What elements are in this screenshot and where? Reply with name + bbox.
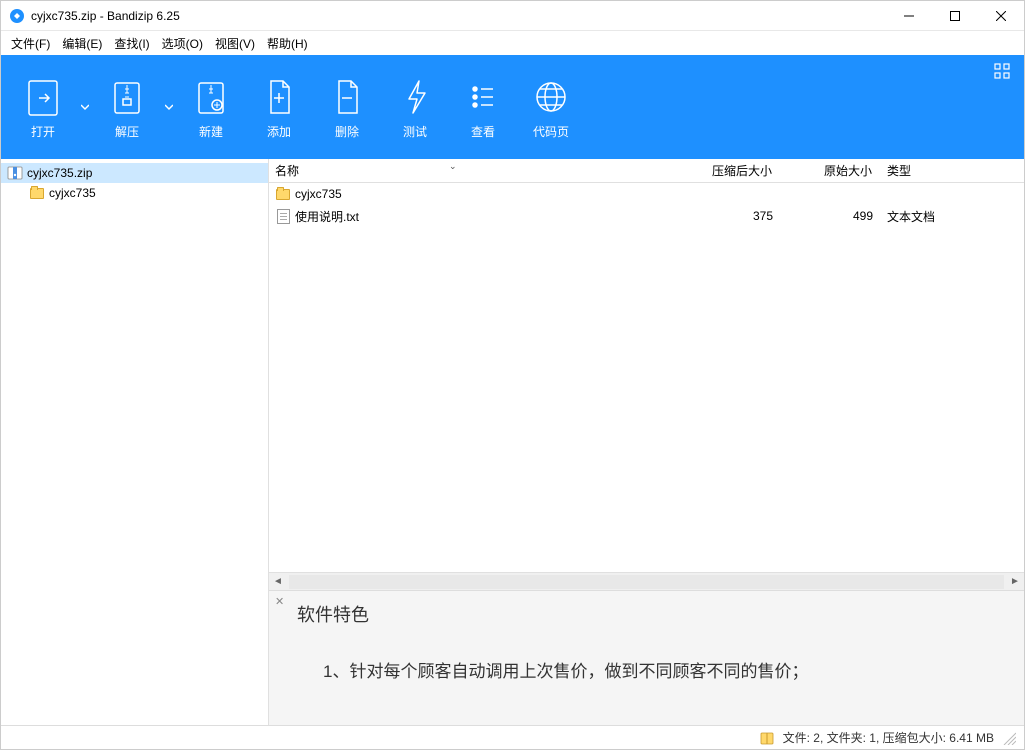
view-button[interactable]: 查看 — [449, 62, 517, 152]
list-item[interactable]: cyjxc735 — [269, 183, 1024, 205]
resize-grip-icon[interactable] — [1002, 731, 1016, 745]
scroll-right-icon[interactable]: ► — [1006, 573, 1024, 591]
add-button[interactable]: 添加 — [245, 62, 313, 152]
menubar: 文件(F) 编辑(E) 查找(I) 选项(O) 视图(V) 帮助(H) — [1, 31, 1024, 55]
list-item[interactable]: 使用说明.txt 375 499 文本文档 — [269, 205, 1024, 227]
folder-icon — [275, 186, 291, 202]
delete-icon — [327, 75, 367, 119]
test-label: 测试 — [403, 123, 427, 140]
new-icon — [191, 75, 231, 119]
toolbar: 打开 解压 新建 添加 删除 — [1, 55, 1024, 159]
tree-root[interactable]: cyjxc735.zip — [1, 163, 268, 183]
minimize-button[interactable] — [886, 1, 932, 31]
horizontal-scrollbar[interactable]: ◄ ► — [269, 572, 1024, 590]
folder-icon — [29, 185, 45, 201]
titlebar: cyjxc735.zip - Bandizip 6.25 — [1, 1, 1024, 31]
extract-label: 解压 — [115, 123, 139, 140]
codepage-button[interactable]: 代码页 — [517, 62, 585, 152]
view-label: 查看 — [471, 123, 495, 140]
menu-edit[interactable]: 编辑(E) — [56, 33, 108, 54]
scroll-left-icon[interactable]: ◄ — [269, 573, 287, 591]
view-icon — [463, 75, 503, 119]
test-button[interactable]: 测试 — [381, 62, 449, 152]
header-name[interactable]: 名称 — [269, 162, 659, 179]
menu-view[interactable]: 视图(V) — [209, 33, 261, 54]
menu-find[interactable]: 查找(I) — [108, 33, 155, 54]
row-compressed: 375 — [659, 209, 779, 223]
extract-dropdown[interactable] — [161, 62, 177, 152]
header-type[interactable]: 类型 — [879, 162, 1024, 179]
delete-button[interactable]: 删除 — [313, 62, 381, 152]
statusbar: 文件: 2, 文件夹: 1, 压缩包大小: 6.41 MB — [1, 725, 1024, 749]
extract-icon — [107, 75, 147, 119]
preview-panel: ✕ 软件特色 1、针对每个顾客自动调用上次售价，做到不同顾客不同的售价； — [269, 590, 1024, 725]
codepage-icon — [531, 75, 571, 119]
test-icon — [395, 75, 435, 119]
add-label: 添加 — [267, 123, 291, 140]
main-area: cyjxc735.zip cyjxc735 名称 ⌄ 压缩后大小 原始大小 类型… — [1, 159, 1024, 725]
new-button[interactable]: 新建 — [177, 62, 245, 152]
content-area: 名称 ⌄ 压缩后大小 原始大小 类型 cyjxc735 使用说明.txt — [269, 159, 1024, 725]
preview-title: 软件特色 — [297, 601, 1010, 627]
text-file-icon — [275, 208, 291, 224]
window-controls — [886, 1, 1024, 30]
close-button[interactable] — [978, 1, 1024, 31]
new-label: 新建 — [199, 123, 223, 140]
menu-file[interactable]: 文件(F) — [5, 33, 56, 54]
tree-root-label: cyjxc735.zip — [27, 166, 92, 180]
extract-button[interactable]: 解压 — [93, 62, 161, 152]
status-text: 文件: 2, 文件夹: 1, 压缩包大小: 6.41 MB — [783, 729, 994, 746]
menu-options[interactable]: 选项(O) — [156, 33, 209, 54]
sort-indicator-icon: ⌄ — [449, 161, 457, 172]
toolbar-expand-icon[interactable] — [994, 63, 1010, 79]
row-original: 499 — [779, 209, 879, 223]
tree-child-label: cyjxc735 — [49, 186, 96, 200]
row-name: cyjxc735 — [295, 187, 342, 201]
zip-file-icon — [7, 165, 23, 181]
file-list[interactable]: cyjxc735 使用说明.txt 375 499 文本文档 — [269, 183, 1024, 572]
preview-content: 1、针对每个顾客自动调用上次售价，做到不同顾客不同的售价； — [283, 645, 1010, 682]
row-type: 文本文档 — [879, 208, 1024, 225]
preview-close-icon[interactable]: ✕ — [275, 595, 284, 608]
codepage-label: 代码页 — [533, 123, 569, 140]
header-compressed[interactable]: 压缩后大小 — [659, 162, 779, 179]
open-dropdown[interactable] — [77, 62, 93, 152]
header-original[interactable]: 原始大小 — [779, 162, 879, 179]
archive-icon — [759, 730, 775, 746]
app-icon — [9, 8, 25, 24]
tree-child[interactable]: cyjxc735 — [1, 183, 268, 203]
open-label: 打开 — [31, 123, 55, 140]
open-icon — [23, 75, 63, 119]
scroll-track[interactable] — [289, 575, 1004, 589]
open-button[interactable]: 打开 — [9, 62, 77, 152]
add-icon — [259, 75, 299, 119]
maximize-button[interactable] — [932, 1, 978, 31]
delete-label: 删除 — [335, 123, 359, 140]
window-title: cyjxc735.zip - Bandizip 6.25 — [31, 9, 886, 23]
list-header: 名称 ⌄ 压缩后大小 原始大小 类型 — [269, 159, 1024, 183]
row-name: 使用说明.txt — [295, 208, 359, 225]
menu-help[interactable]: 帮助(H) — [261, 33, 314, 54]
folder-tree[interactable]: cyjxc735.zip cyjxc735 — [1, 159, 269, 725]
